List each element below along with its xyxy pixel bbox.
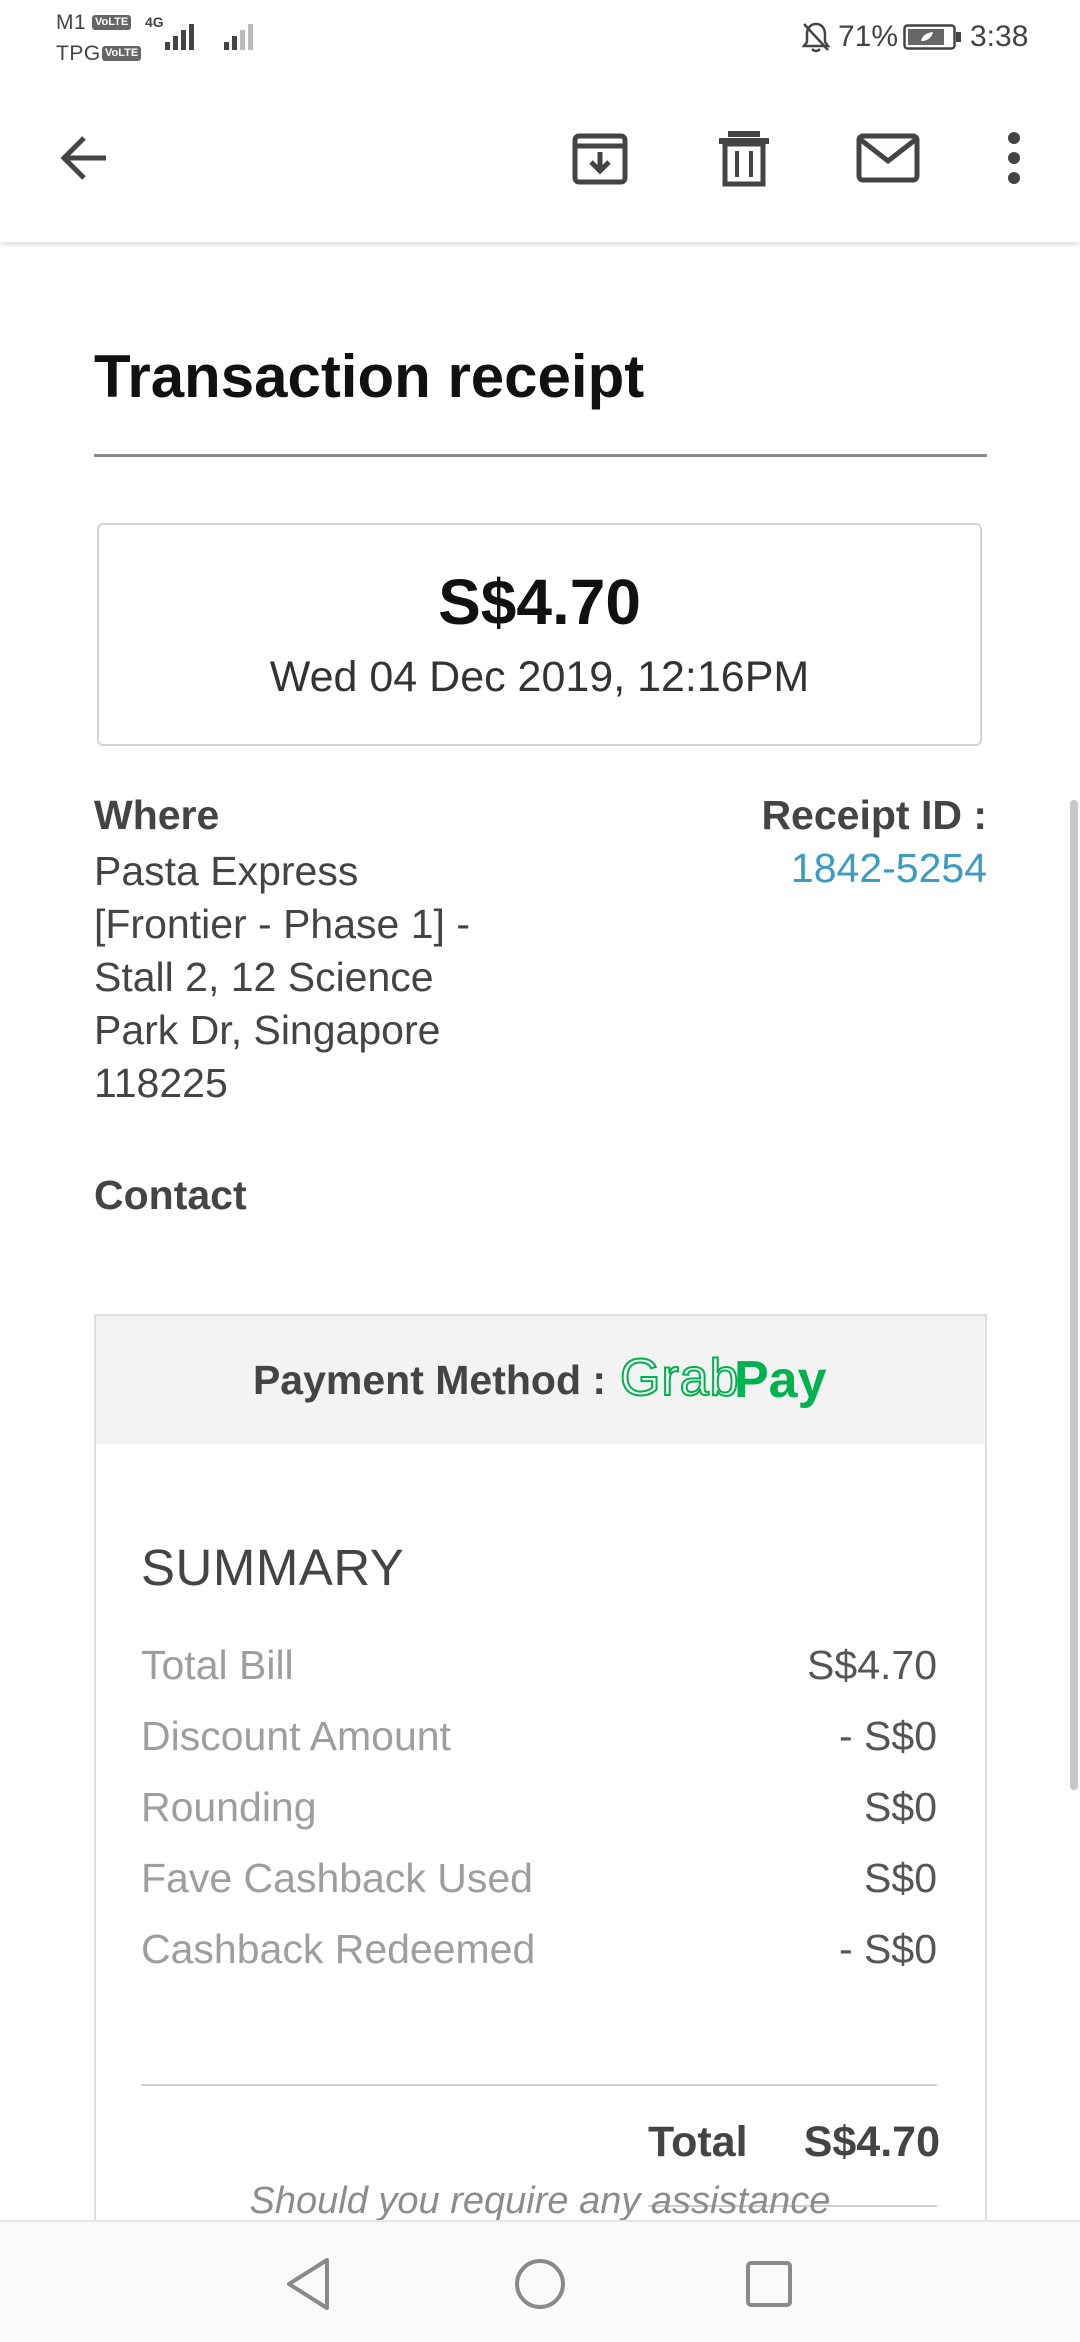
summary-row-value: S$0 bbox=[864, 1855, 937, 1901]
summary-row-label: Discount Amount bbox=[141, 1713, 451, 1759]
amount-card: S$4.70 Wed 04 Dec 2019, 12:16PM bbox=[97, 523, 982, 746]
payment-method-label: Payment Method : bbox=[252, 1356, 607, 1403]
title-divider bbox=[94, 454, 987, 457]
volte-badge-2: VoLTE bbox=[102, 46, 142, 61]
summary-row-value: - S$0 bbox=[839, 1713, 937, 1759]
summary-row-discount-amount: Discount Amount - S$0 bbox=[141, 1713, 937, 1773]
transaction-datetime: Wed 04 Dec 2019, 12:16PM bbox=[269, 653, 810, 701]
summary-row-value: S$0 bbox=[864, 1784, 937, 1830]
summary-divider bbox=[141, 2084, 937, 2086]
carrier-2-label: TPG bbox=[56, 42, 101, 65]
nav-home-icon bbox=[515, 2259, 565, 2309]
email-content[interactable]: Transaction receipt S$4.70 Wed 04 Dec 20… bbox=[0, 242, 1080, 2220]
summary-row-label: Cashback Redeemed bbox=[141, 1926, 536, 1972]
summary-heading: SUMMARY bbox=[141, 1539, 405, 1596]
summary-row-value: - S$0 bbox=[839, 1926, 937, 1972]
scrollbar-thumb[interactable] bbox=[1070, 800, 1078, 1790]
battery-saver-icon bbox=[903, 24, 961, 50]
contact-label: Contact bbox=[94, 1172, 247, 1218]
grabpay-logo: Grab Pay bbox=[618, 1345, 828, 1415]
summary-row-total-bill: Total Bill S$4.70 bbox=[141, 1642, 937, 1702]
receipt-id-label: Receipt ID : bbox=[761, 792, 987, 838]
nav-recents-button[interactable] bbox=[729, 2244, 809, 2324]
mail-icon bbox=[856, 133, 920, 183]
where-label: Where bbox=[94, 792, 220, 838]
payment-method-header: Payment Method : Grab Pay bbox=[96, 1316, 985, 1444]
signal-icon bbox=[165, 24, 194, 50]
summary-row-label: Total Bill bbox=[141, 1642, 294, 1688]
more-vert-icon bbox=[1008, 132, 1020, 184]
grabpay-logo-mark: Grab Pay bbox=[619, 1348, 827, 1409]
nav-recents-icon bbox=[746, 2261, 792, 2307]
archive-button[interactable] bbox=[560, 118, 640, 198]
volte-badge-1: VoLTE bbox=[92, 15, 132, 30]
payment-summary-box: Payment Method : Grab Pay SUMMARY Total … bbox=[94, 1314, 987, 2220]
nav-back-icon bbox=[287, 2258, 329, 2310]
notifications-muted-icon bbox=[801, 22, 831, 53]
back-arrow-icon bbox=[60, 136, 106, 180]
app-bar bbox=[0, 76, 1080, 242]
total-value: S$4.70 bbox=[803, 2118, 940, 2166]
amount-value: S$4.70 bbox=[438, 566, 641, 638]
battery-percent: 71% bbox=[838, 20, 899, 53]
summary-row-cashback-redeemed: Cashback Redeemed - S$0 bbox=[141, 1926, 937, 1986]
delete-button[interactable] bbox=[704, 118, 784, 198]
grabpay-logo-grab: Grab bbox=[620, 1349, 740, 1407]
summary-row-value: S$4.70 bbox=[807, 1642, 937, 1688]
summary-row-label: Fave Cashback Used bbox=[141, 1855, 533, 1901]
summary-row-label: Rounding bbox=[141, 1784, 317, 1830]
more-options-button[interactable] bbox=[984, 118, 1044, 198]
system-nav-bar bbox=[0, 2220, 1080, 2342]
total-label: Total bbox=[648, 2118, 748, 2166]
grabpay-logo-pay: Pay bbox=[734, 1351, 827, 1409]
clock: 3:38 bbox=[970, 20, 1029, 53]
nav-back-button[interactable] bbox=[268, 2244, 348, 2324]
trash-icon bbox=[719, 131, 769, 187]
merchant-address: Pasta Express [Frontier - Phase 1] - Sta… bbox=[94, 848, 470, 1106]
back-button[interactable] bbox=[44, 118, 124, 198]
signal-2-icon bbox=[224, 24, 253, 50]
status-bar: M1 TPG VoLTE VoLTE 4G 71% 3:38 bbox=[0, 0, 1080, 76]
carrier-1-label: M1 bbox=[56, 11, 87, 34]
receipt-title: Transaction receipt bbox=[94, 343, 645, 410]
summary-row-rounding: Rounding S$0 bbox=[141, 1784, 937, 1844]
mark-unread-button[interactable] bbox=[848, 118, 928, 198]
network-type-label: 4G bbox=[145, 14, 164, 30]
assistance-note: Should you require any assistance bbox=[249, 2180, 831, 2220]
summary-row-fave-cashback-used: Fave Cashback Used S$0 bbox=[141, 1855, 937, 1915]
receipt-id-link[interactable]: 1842-5254 bbox=[791, 845, 987, 892]
archive-icon bbox=[572, 133, 628, 185]
nav-home-button[interactable] bbox=[500, 2244, 580, 2324]
